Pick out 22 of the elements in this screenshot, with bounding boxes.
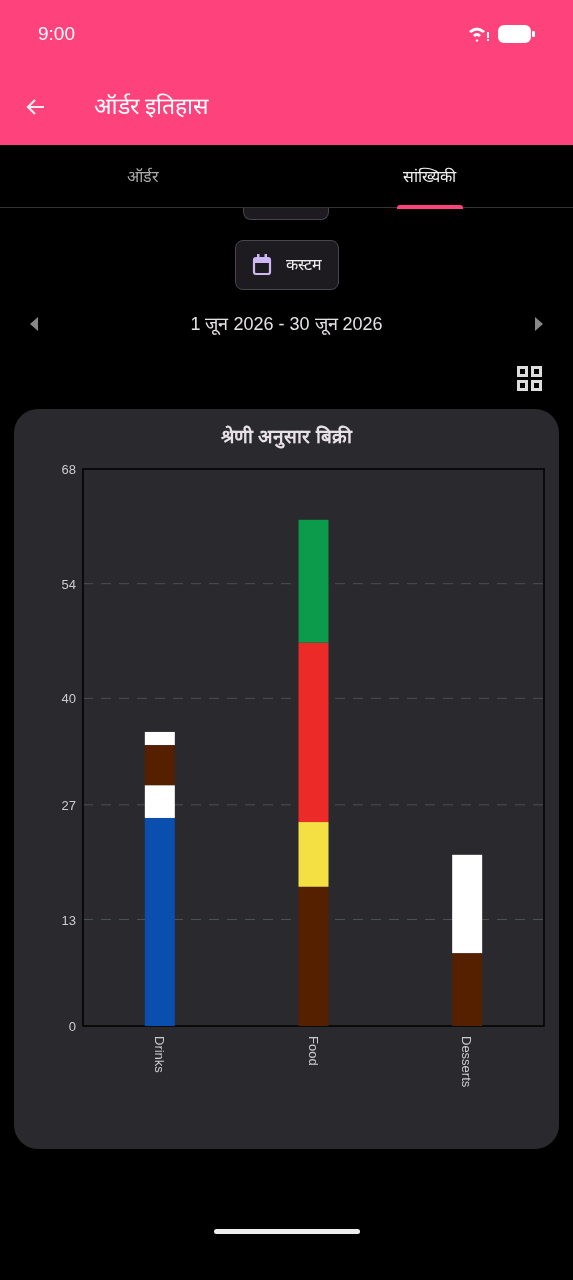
x-axis-label: Drinks xyxy=(151,1036,167,1073)
battery-icon xyxy=(498,25,535,43)
y-tick-label: 68 xyxy=(61,462,76,477)
status-time: 9:00 xyxy=(38,21,75,46)
grid-view-icon[interactable] xyxy=(517,366,542,391)
tab[interactable]: ऑर्डर xyxy=(0,145,287,208)
y-tick-label: 0 xyxy=(68,1019,76,1034)
screen-title: ऑर्डर इतिहास xyxy=(94,92,210,122)
date-range-chip[interactable]: कस्टम xyxy=(234,240,339,290)
previous-icon[interactable] xyxy=(30,317,38,331)
date-range-text: 1 जून 2026 - 30 जून 2026 xyxy=(190,312,383,337)
chart-title: श्रेणी अनुसार बिक्री xyxy=(220,424,354,451)
y-tick-label: 40 xyxy=(61,691,76,707)
tab[interactable]: सांख्यिकी xyxy=(286,145,573,208)
y-tick-label: 13 xyxy=(61,912,76,928)
y-tick-label: 27 xyxy=(61,797,76,813)
wifi-icon xyxy=(468,26,490,42)
x-axis-label: Food xyxy=(305,1036,321,1066)
calendar-icon xyxy=(251,254,272,276)
next-icon[interactable] xyxy=(535,317,543,331)
x-axis-label: Desserts xyxy=(459,1036,475,1088)
y-tick-label: 54 xyxy=(61,576,76,592)
